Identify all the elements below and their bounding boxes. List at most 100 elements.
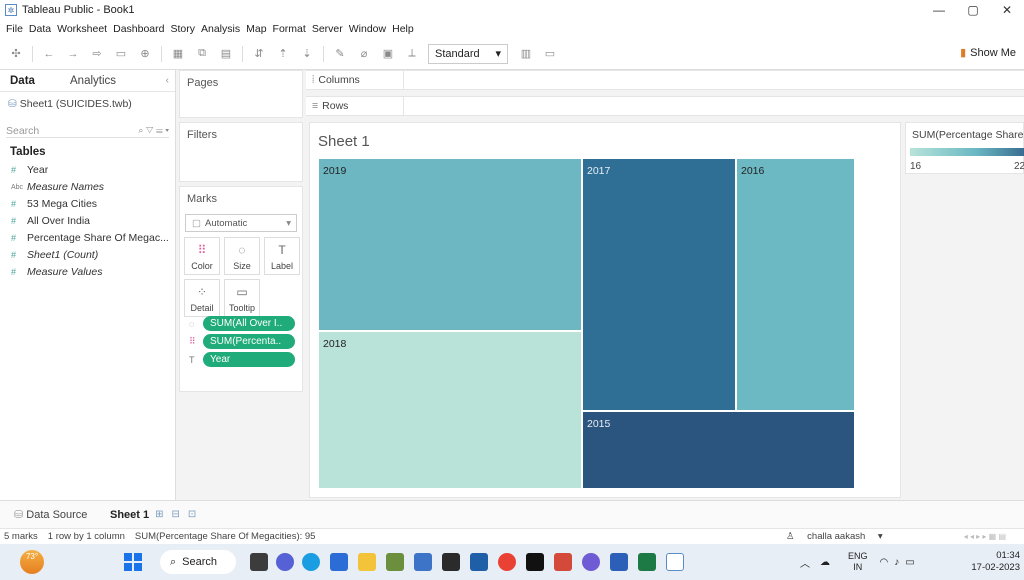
collapse-pane-icon[interactable]: ‹ — [166, 75, 169, 86]
tab-analytics[interactable]: Analytics — [70, 75, 116, 87]
tableau-logo-icon[interactable]: ✣ — [8, 46, 24, 62]
size-button[interactable]: ◌ Size — [224, 237, 260, 275]
field-measure-values[interactable]: # Measure Values — [0, 264, 175, 280]
new-worksheet-icon[interactable]: ▦ — [170, 46, 186, 62]
mark-type-dropdown[interactable]: ▢ Automatic ▾ — [185, 214, 297, 232]
chevron-up-icon[interactable]: ︿ — [800, 555, 810, 570]
field-53-mega-cities[interactable]: #53 Mega Cities — [0, 196, 175, 212]
treemap-tile-2017[interactable]: 2017 — [582, 158, 736, 411]
pill-color-percentage[interactable]: SUM(Percenta.. — [203, 334, 295, 349]
menu-worksheet[interactable]: Worksheet — [57, 23, 107, 35]
wifi-icon[interactable]: ◠ — [880, 557, 889, 568]
chrome-icon[interactable] — [498, 553, 516, 571]
undo-icon[interactable]: ← — [41, 46, 57, 62]
pill-size-all-over-india[interactable]: SUM(All Over I.. — [203, 316, 295, 331]
treemap-tile-2016[interactable]: 2016 — [736, 158, 855, 411]
treemap-tile-2018[interactable]: 2018 — [318, 331, 582, 489]
close-button[interactable]: ✕ — [990, 0, 1024, 20]
detail-button[interactable]: ⁘ Detail — [184, 279, 220, 317]
field-search[interactable]: Search ⌕ ▽ ☰ ▾ — [6, 124, 169, 138]
fit-dropdown[interactable]: Standard ▾ — [428, 43, 508, 64]
redo-icon[interactable]: → — [65, 46, 81, 62]
word-icon[interactable] — [610, 553, 628, 571]
show-me-button[interactable]: ▮ Show Me — [960, 46, 1016, 60]
label-button[interactable]: T Label — [264, 237, 300, 275]
data-source-tab[interactable]: ⛁ Data Source — [0, 508, 110, 521]
new-datasource-icon[interactable]: ⊕ — [137, 46, 153, 62]
menu-format[interactable]: Format — [273, 23, 306, 35]
group-icon[interactable]: ⌀ — [356, 46, 372, 62]
save-icon[interactable]: ▭ — [113, 46, 129, 62]
forward-icon[interactable]: ⇨ — [89, 46, 105, 62]
clock[interactable]: 01:34 17-02-2023 — [971, 550, 1020, 574]
presentation-icon[interactable]: ▭ — [542, 46, 558, 62]
menu-story[interactable]: Story — [170, 23, 195, 35]
menu-window[interactable]: Window — [349, 23, 386, 35]
tableau-taskbar-icon[interactable] — [666, 553, 684, 571]
minimize-button[interactable]: — — [922, 0, 956, 20]
clear-sheet-icon[interactable]: ▤ — [218, 46, 234, 62]
sheet-title[interactable]: Sheet 1 — [318, 133, 370, 150]
menu-file[interactable]: File — [6, 23, 23, 35]
fix-axes-icon[interactable]: ⟂ — [404, 46, 420, 62]
menu-data[interactable]: Data — [29, 23, 51, 35]
menu-map[interactable]: Map — [246, 23, 266, 35]
swap-icon[interactable]: ⇵ — [251, 46, 267, 62]
treemap-tile-2019[interactable]: 2019 — [318, 158, 582, 331]
file-explorer-icon[interactable] — [358, 553, 376, 571]
terminal-icon[interactable] — [442, 553, 460, 571]
color-legend[interactable]: SUM(Percentage Share... 16 22 — [905, 122, 1024, 174]
app-icon[interactable] — [470, 553, 488, 571]
start-button[interactable] — [124, 553, 142, 571]
new-story-icon[interactable]: ⊡ — [188, 509, 196, 520]
menu-dashboard[interactable]: Dashboard — [113, 23, 164, 35]
field-sheet1-count[interactable]: # Sheet1 (Count) — [0, 247, 175, 263]
volume-icon[interactable]: ♪ — [894, 557, 899, 568]
field-percentage-share[interactable]: # Percentage Share Of Megac... — [0, 230, 175, 246]
excel-icon[interactable] — [638, 553, 656, 571]
taskbar-search[interactable]: ⌕ Search — [160, 550, 236, 574]
treemap-tile-2015[interactable]: 2015 — [582, 411, 855, 489]
search-filter-icons[interactable]: ⌕ ▽ ☰ ▾ — [138, 125, 169, 136]
edge-icon[interactable] — [302, 553, 320, 571]
new-dashboard-icon[interactable]: ⊟ — [172, 509, 180, 520]
field-year[interactable]: # Year — [0, 162, 175, 178]
photos-icon[interactable] — [386, 553, 404, 571]
weather-widget[interactable]: 73° — [20, 550, 44, 574]
store-icon[interactable] — [330, 553, 348, 571]
notepad-icon[interactable] — [414, 553, 432, 571]
app-icon[interactable] — [582, 553, 600, 571]
language-indicator[interactable]: ENG IN — [848, 551, 868, 573]
netflix-icon[interactable] — [526, 553, 544, 571]
sort-ascending-icon[interactable]: ⇡ — [275, 46, 291, 62]
filters-card[interactable]: Filters — [179, 122, 303, 182]
pages-card[interactable]: Pages — [179, 70, 303, 118]
sort-descending-icon[interactable]: ⇣ — [299, 46, 315, 62]
show-cards-icon[interactable]: ▥ — [518, 46, 534, 62]
field-measure-names[interactable]: Abc Measure Names — [0, 179, 175, 195]
color-button[interactable]: ⠿ Color — [184, 237, 220, 275]
menu-help[interactable]: Help — [392, 23, 414, 35]
tooltip-button[interactable]: ▭ Tooltip — [224, 279, 260, 317]
app-icon[interactable] — [554, 553, 572, 571]
menu-analysis[interactable]: Analysis — [201, 23, 240, 35]
rows-shelf[interactable]: ≡ Rows — [306, 96, 1024, 116]
show-labels-icon[interactable]: ▣ — [380, 46, 396, 62]
field-all-over-india[interactable]: # All Over India — [0, 213, 175, 229]
pill-label-year[interactable]: Year — [203, 352, 295, 367]
sheet-tab[interactable]: Sheet 1 — [110, 509, 149, 521]
chat-icon[interactable] — [276, 553, 294, 571]
new-worksheet-icon[interactable]: ⊞ — [155, 509, 163, 520]
highlight-icon[interactable]: ✎ — [332, 46, 348, 62]
tab-data[interactable]: Data — [0, 75, 70, 87]
onedrive-icon[interactable]: ☁ — [820, 557, 830, 568]
duplicate-icon[interactable]: ⧉ — [194, 46, 210, 62]
columns-shelf[interactable]: ⦙ Columns — [306, 70, 1024, 90]
menu-server[interactable]: Server — [312, 23, 343, 35]
task-view-icon[interactable] — [250, 553, 268, 571]
sheet-navigation-icons[interactable]: ◂ ◂ ▸ ▸ ▦ ▤ — [964, 532, 1006, 541]
user-menu[interactable]: ♙ challa aakash ▾ — [786, 531, 883, 542]
battery-icon[interactable]: ▭ — [905, 557, 914, 568]
maximize-button[interactable]: ▢ — [956, 0, 990, 20]
datasource-item[interactable]: ⛁ Sheet1 (SUICIDES.twb) — [0, 92, 175, 116]
